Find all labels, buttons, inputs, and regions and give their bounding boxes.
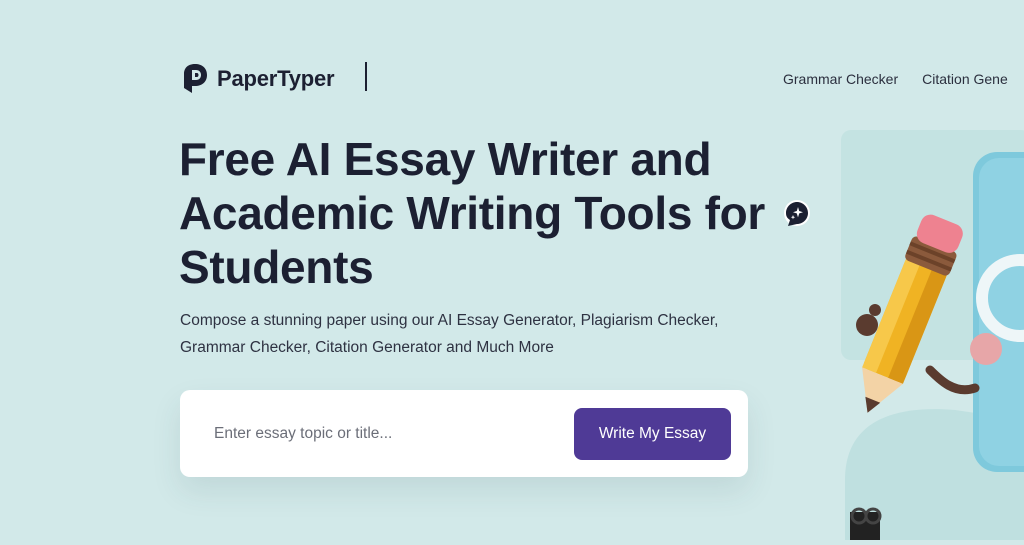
papertyper-logo-icon [179, 62, 211, 96]
hero-subtitle: Compose a stunning paper using our AI Es… [180, 307, 790, 361]
hero-title-line: Academic Writing Tools for [179, 187, 766, 239]
hero-subtitle-line: Compose a stunning paper using our AI Es… [180, 312, 719, 329]
hero-title: Free AI Essay Writer and Academic Writin… [179, 132, 799, 294]
essay-topic-input[interactable] [212, 417, 556, 451]
pencil-robot-illustration [835, 120, 1024, 540]
hero-title-line: Students [179, 241, 374, 293]
hero-subtitle-line: Grammar Checker, Citation Generator and … [180, 339, 554, 356]
header-divider [365, 62, 367, 91]
logo-text: PaperTyper [217, 66, 335, 91]
hero-title-line: Free AI Essay Writer and [179, 133, 712, 185]
logo-link[interactable]: PaperTyper [179, 62, 335, 96]
ai-chat-bubble-icon[interactable] [781, 198, 813, 230]
nav-grammar-checker[interactable]: Grammar Checker [783, 71, 898, 87]
nav-citation-generator[interactable]: Citation Gene [922, 71, 1008, 87]
write-my-essay-button[interactable]: Write My Essay [574, 408, 731, 460]
main-nav: Grammar Checker Citation Gene [783, 71, 1008, 87]
essay-topic-form: Write My Essay [180, 390, 748, 477]
